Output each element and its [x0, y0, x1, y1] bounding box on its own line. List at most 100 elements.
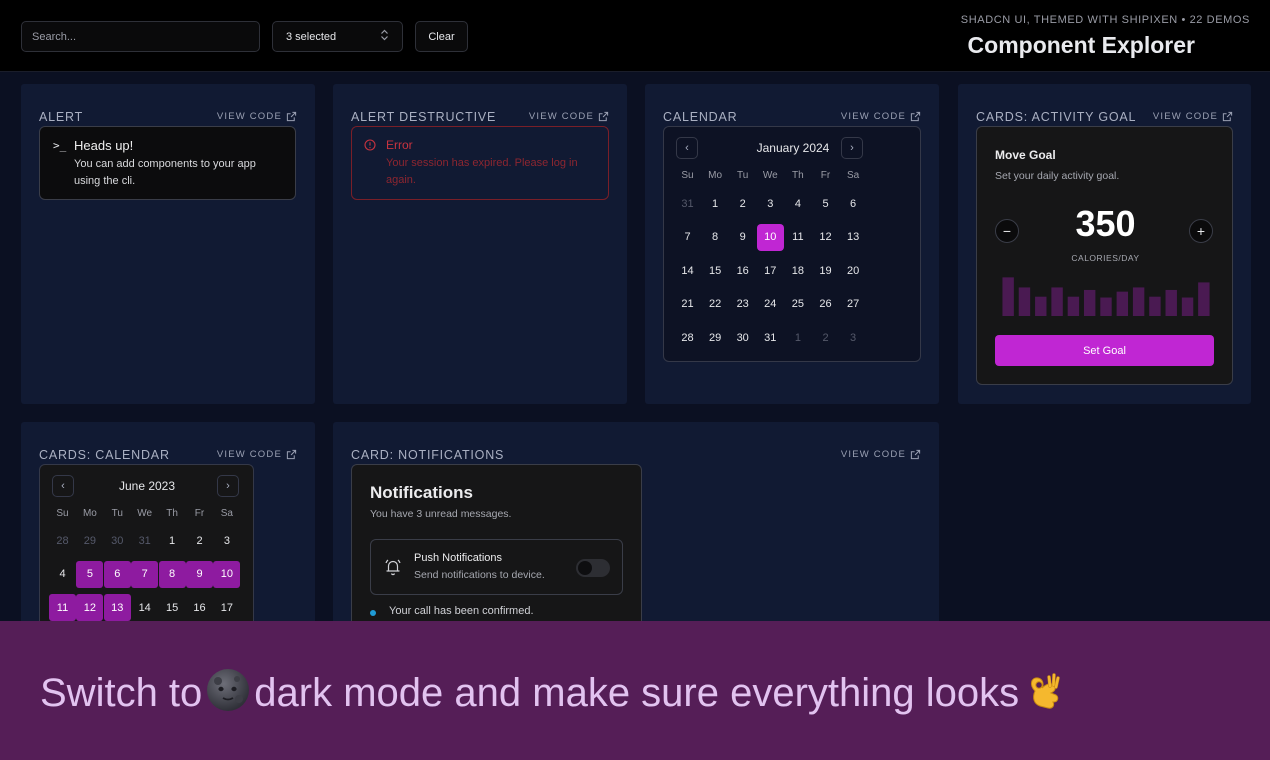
- calendar-day[interactable]: 2: [729, 190, 756, 217]
- weekday-label: Fr: [194, 508, 205, 519]
- calendar-day[interactable]: 15: [702, 257, 729, 284]
- calendar-day[interactable]: 31: [757, 324, 784, 351]
- prev-month-button[interactable]: ‹: [676, 137, 698, 159]
- calendar-day[interactable]: 12: [812, 224, 839, 251]
- calendar-day[interactable]: 21: [674, 291, 701, 318]
- view-code-link[interactable]: VIEW CODE: [841, 111, 921, 122]
- calendar-day[interactable]: 20: [840, 257, 867, 284]
- chevron-right-icon: ›: [850, 142, 854, 154]
- search-input[interactable]: [21, 21, 260, 52]
- calendar-day[interactable]: 8: [702, 224, 729, 251]
- calendar-day[interactable]: 15: [159, 594, 186, 621]
- goal-bar: [1051, 287, 1063, 316]
- calendar-day[interactable]: 3: [840, 324, 867, 351]
- calendar-day[interactable]: 30: [104, 527, 131, 554]
- goal-unit: CALORIES/DAY: [1071, 253, 1140, 263]
- external-link-icon: [910, 449, 921, 460]
- calendar-day[interactable]: 31: [131, 527, 158, 554]
- component-select[interactable]: 3 selected: [272, 21, 403, 52]
- calendar-day[interactable]: 28: [49, 527, 76, 554]
- calendar-day[interactable]: 10: [756, 223, 784, 251]
- calendar-day[interactable]: 1: [702, 190, 729, 217]
- calendar-day[interactable]: 30: [729, 324, 756, 351]
- alert: >_ Heads up! You can add components to y…: [39, 126, 296, 200]
- alert-circle-icon: [364, 139, 376, 151]
- calendar-day[interactable]: 14: [131, 594, 158, 621]
- card-title: Move Goal: [995, 148, 1056, 162]
- calendar-day[interactable]: 2: [186, 527, 213, 554]
- calendar-day[interactable]: 9: [729, 224, 756, 251]
- calendar-day[interactable]: 4: [49, 561, 76, 588]
- calendar-day[interactable]: 9: [186, 560, 213, 588]
- calendar-day[interactable]: 13: [103, 594, 131, 622]
- page-title: Component Explorer: [967, 32, 1195, 58]
- calendar-day[interactable]: 3: [757, 190, 784, 217]
- calendar-day[interactable]: 25: [784, 291, 811, 318]
- view-code-link[interactable]: VIEW CODE: [841, 449, 921, 460]
- alert-description: Your session has expired. Please log in …: [386, 157, 578, 186]
- calendar-day[interactable]: 23: [729, 291, 756, 318]
- calendar-day[interactable]: 16: [729, 257, 756, 284]
- calendar-day[interactable]: 18: [784, 257, 811, 284]
- panel-title: CARDS: ACTIVITY GOAL: [976, 110, 1137, 124]
- prev-month-button[interactable]: ‹: [52, 475, 74, 497]
- calendar-day[interactable]: 27: [840, 291, 867, 318]
- calendar-day[interactable]: 17: [757, 257, 784, 284]
- panel-notifications: CARD: NOTIFICATIONS VIEW CODE Notificati…: [333, 422, 939, 664]
- view-code-label: VIEW CODE: [528, 111, 594, 122]
- panel-title: CARDS: CALENDAR: [39, 448, 170, 462]
- calendar-day[interactable]: 22: [702, 291, 729, 318]
- goal-bar: [1067, 296, 1080, 316]
- calendar-day[interactable]: 24: [757, 291, 784, 318]
- goal-bar: [1165, 289, 1177, 316]
- weekday-label: Mo: [82, 508, 97, 519]
- next-month-button[interactable]: ›: [217, 475, 239, 497]
- panel-alert: ALERT VIEW CODE >_ Heads up! You can add…: [21, 84, 315, 404]
- clear-button[interactable]: Clear: [415, 21, 468, 52]
- calendar-day[interactable]: 7: [131, 560, 159, 588]
- next-month-button[interactable]: ›: [841, 137, 863, 159]
- calendar-day[interactable]: 7: [674, 224, 701, 251]
- push-notifications-toggle[interactable]: [576, 559, 610, 577]
- calendar-day[interactable]: 8: [158, 560, 186, 588]
- calendar-day[interactable]: 19: [812, 257, 839, 284]
- calendar-day[interactable]: 2: [812, 324, 839, 351]
- view-code-link[interactable]: VIEW CODE: [1153, 111, 1233, 122]
- goal-bar: [1181, 297, 1194, 316]
- weekday-label: Su: [56, 508, 69, 519]
- external-link-icon: [598, 111, 609, 122]
- calendar-day[interactable]: 11: [49, 594, 76, 622]
- calendar-day[interactable]: 26: [812, 291, 839, 318]
- view-code-link[interactable]: VIEW CODE: [217, 111, 297, 122]
- calendar-day[interactable]: 5: [812, 190, 839, 217]
- calendar-day[interactable]: 12: [76, 594, 104, 622]
- set-goal-button[interactable]: Set Goal: [995, 335, 1214, 366]
- calendar-day[interactable]: 28: [674, 324, 701, 351]
- page-subtitle: SHADCN UI, THEMED WITH SHIPIXEN • 22 DEM…: [960, 14, 1250, 26]
- weekday-label: Mo: [708, 170, 723, 181]
- calendar-day[interactable]: 1: [159, 527, 186, 554]
- calendar-day[interactable]: 6: [103, 560, 131, 588]
- calendar-day[interactable]: 5: [76, 560, 104, 588]
- calendar-day[interactable]: 4: [784, 190, 811, 217]
- calendar: ‹ January 2024 › Su Mo Tu We Th Fr Sa 31 1 2 3 4 5 6 7…: [663, 126, 921, 362]
- view-code-link[interactable]: VIEW CODE: [217, 449, 297, 460]
- calendar-day[interactable]: 29: [76, 527, 103, 554]
- calendar-day[interactable]: 3: [213, 527, 240, 554]
- calendar-day[interactable]: 31: [674, 190, 701, 217]
- calendar-day[interactable]: 13: [840, 224, 867, 251]
- calendar-day[interactable]: 16: [186, 594, 213, 621]
- goal-bar: [1100, 297, 1112, 316]
- chevrons-up-down-icon: [380, 29, 389, 44]
- calendar-day[interactable]: 1: [784, 324, 811, 351]
- calendar-day[interactable]: 6: [840, 190, 867, 217]
- view-code-link[interactable]: VIEW CODE: [529, 111, 609, 122]
- calendar-day[interactable]: 10: [213, 560, 241, 588]
- calendar-day[interactable]: 14: [674, 257, 701, 284]
- calendar-day[interactable]: 17: [213, 594, 240, 621]
- calendar-day[interactable]: 11: [784, 224, 811, 251]
- top-bar: 3 selected Clear SHADCN UI, THEMED WITH …: [0, 0, 1270, 72]
- unread-dot-icon: [370, 610, 376, 616]
- calendar-day[interactable]: 29: [702, 324, 729, 351]
- banner-text: Switch to dark mode and make sure everyt…: [40, 668, 1063, 716]
